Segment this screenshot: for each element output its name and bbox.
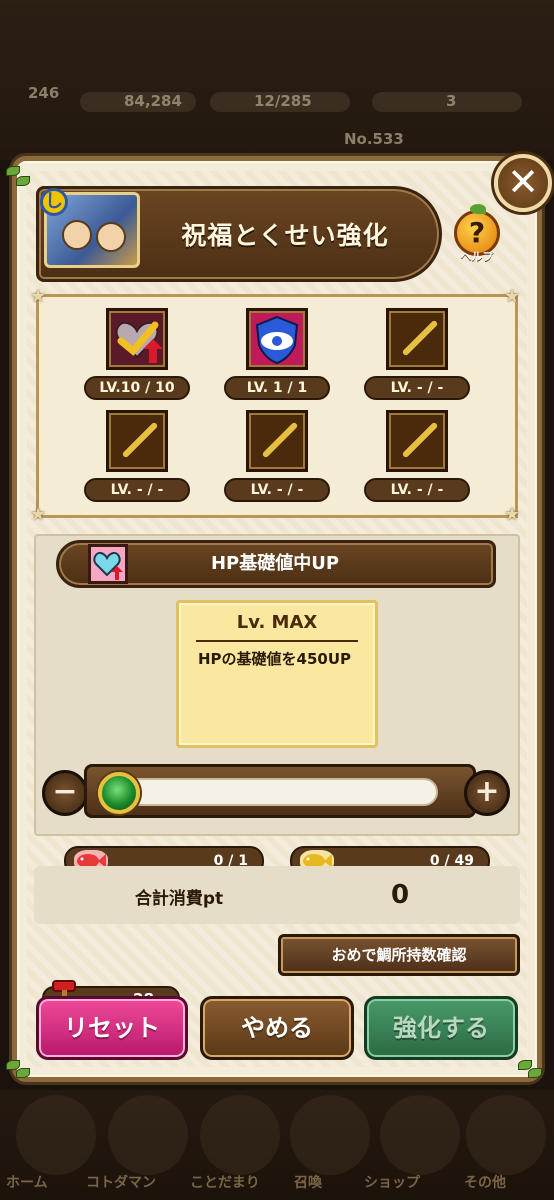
bg-stat-level: 246 <box>28 84 60 102</box>
star-ornament-icon: ★ <box>30 504 47 525</box>
skill-slot-6[interactable]: LV. - / - <box>364 410 474 506</box>
bg-stat-coins: 84,284 <box>124 92 182 110</box>
reset-button[interactable]: リセット <box>36 996 188 1060</box>
slider-handle[interactable] <box>98 772 140 814</box>
star-ornament-icon: ★ <box>30 286 47 307</box>
total-cost-label: 合計消費pt <box>134 889 224 909</box>
background-header <box>0 0 554 160</box>
close-icon: ✕ <box>507 160 539 204</box>
bg-nav-icon <box>200 1095 280 1175</box>
star-ornament-icon: ★ <box>504 286 521 307</box>
heart-up-icon <box>88 544 128 584</box>
enhance-button[interactable]: 強化する <box>364 996 518 1060</box>
leaf-ornament-icon <box>6 1056 32 1082</box>
cancel-button[interactable]: やめる <box>200 996 354 1060</box>
total-cost-value: 0 <box>390 880 410 910</box>
help-label: ヘルプ <box>460 250 494 263</box>
bg-nav-home: ホーム <box>6 1175 48 1191</box>
help-button[interactable]: ? ヘルプ <box>450 204 504 266</box>
skill-slot-1[interactable]: LV.10 / 10 <box>84 308 194 404</box>
skill-detail-title: HP基礎値中UP <box>210 553 340 574</box>
leaf-ornament-icon <box>518 1056 544 1082</box>
check-tai-button[interactable]: おめで鯛所持数確認 <box>278 934 520 976</box>
star-ornament-icon: ★ <box>504 504 521 525</box>
character-rank-icon: し <box>40 188 68 216</box>
minus-icon: − <box>52 774 78 809</box>
bg-nav-icon <box>108 1095 188 1175</box>
modal-title: 祝福とくせい強化 <box>181 221 389 250</box>
shield-eye-icon <box>246 308 308 370</box>
bg-number: No.533 <box>344 130 404 148</box>
bg-nav-icon <box>380 1095 460 1175</box>
bg-nav-icon <box>290 1095 370 1175</box>
empty-slot-icon <box>246 410 308 472</box>
empty-slot-icon <box>386 308 448 370</box>
bg-nav-other: その他 <box>464 1175 506 1191</box>
divider <box>196 640 358 642</box>
empty-slot-icon <box>386 410 448 472</box>
skill-slot-3[interactable]: LV. - / - <box>364 308 474 404</box>
skill-level: LV. 1 / 1 <box>224 376 330 400</box>
skill-slot-2[interactable]: LV. 1 / 1 <box>224 308 334 404</box>
skill-level: LV. - / - <box>224 478 330 502</box>
slider-rail <box>96 778 438 806</box>
leaf-ornament-icon <box>6 166 32 192</box>
level-description: HPの基礎値を450UP <box>198 650 352 668</box>
bg-nav-summon: 召喚 <box>294 1175 322 1191</box>
bg-nav-icon <box>466 1095 546 1175</box>
bg-stat-gems: 3 <box>446 92 457 110</box>
skill-slot-4[interactable]: LV. - / - <box>84 410 194 506</box>
bg-nav-kotodamari: ことだまり <box>190 1175 260 1191</box>
skill-level: LV. - / - <box>84 478 190 502</box>
character-face-icon <box>96 222 126 252</box>
decrease-button[interactable]: − <box>42 770 88 816</box>
increase-button[interactable]: + <box>464 770 510 816</box>
skill-level: LV. - / - <box>364 376 470 400</box>
leaf-icon <box>470 204 486 214</box>
skill-slot-5[interactable]: LV. - / - <box>224 410 334 506</box>
bg-nav-kotodaman: コトダマン <box>86 1175 156 1191</box>
bg-nav-icon <box>16 1095 96 1175</box>
bg-nav-shop: ショップ <box>364 1175 420 1191</box>
bg-stat-stamina: 12/285 <box>254 92 312 110</box>
skill-level: LV.10 / 10 <box>84 376 190 400</box>
skill-level: LV. - / - <box>364 478 470 502</box>
heart-check-icon <box>106 308 168 370</box>
empty-slot-icon <box>106 410 168 472</box>
level-title: Lv. MAX <box>236 612 318 633</box>
plus-icon: + <box>474 774 500 809</box>
character-face-icon <box>62 220 92 250</box>
